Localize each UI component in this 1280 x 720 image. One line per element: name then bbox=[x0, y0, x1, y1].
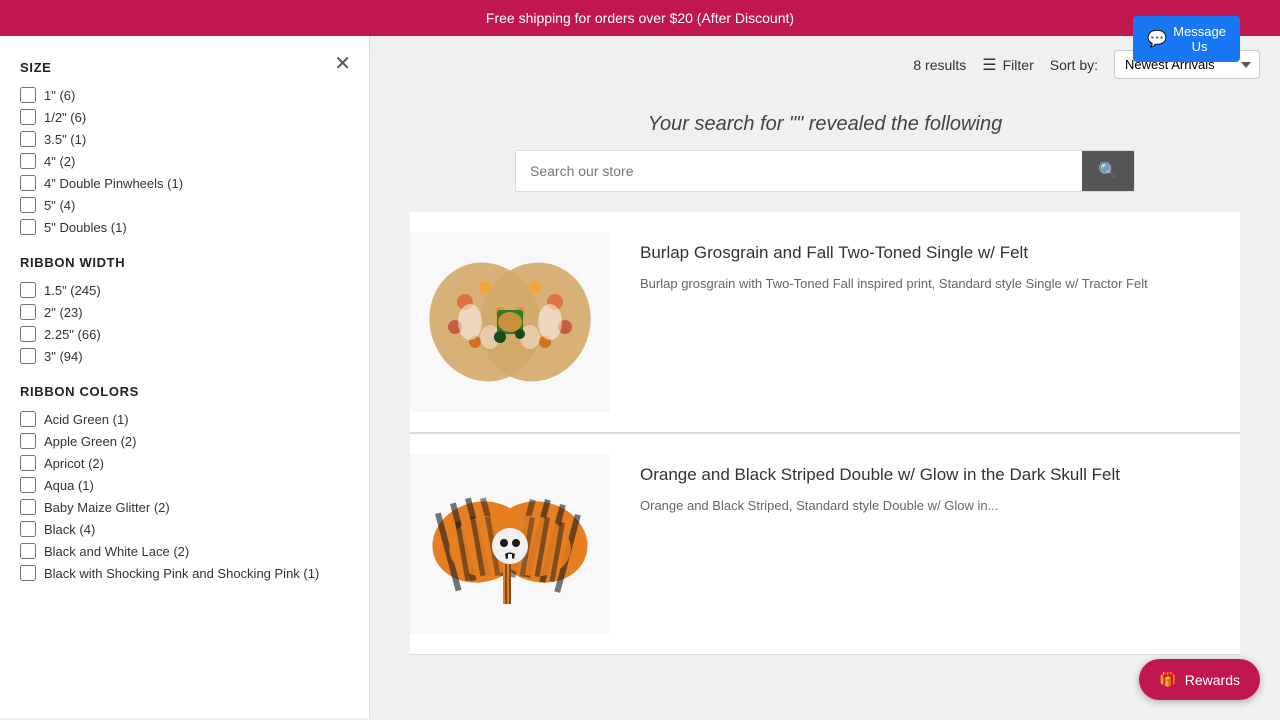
ribbon-color-label: Baby Maize Glitter (2) bbox=[44, 500, 170, 515]
product-image bbox=[425, 464, 595, 624]
ribbon-width-checkbox[interactable] bbox=[20, 348, 36, 364]
size-checkbox[interactable] bbox=[20, 153, 36, 169]
size-filter-item[interactable]: 1/2" (6) bbox=[20, 109, 349, 125]
ribbon-width-checkbox[interactable] bbox=[20, 304, 36, 320]
size-filter-item[interactable]: 5" Doubles (1) bbox=[20, 219, 349, 235]
ribbon-color-label: Black (4) bbox=[44, 522, 95, 537]
ribbon-color-label: Aqua (1) bbox=[44, 478, 94, 493]
size-label: 5" (4) bbox=[44, 198, 75, 213]
size-filter-item[interactable]: 4" Double Pinwheels (1) bbox=[20, 175, 349, 191]
size-checkbox[interactable] bbox=[20, 131, 36, 147]
ribbon-colors-filter-title: RIBBON COLORS bbox=[20, 384, 349, 399]
ribbon-color-label: Acid Green (1) bbox=[44, 412, 129, 427]
messenger-icon: 💬 bbox=[1147, 29, 1167, 49]
size-checkbox[interactable] bbox=[20, 197, 36, 213]
search-bar: 🔍 bbox=[515, 150, 1135, 192]
product-image-container bbox=[410, 454, 610, 634]
ribbon-width-label: 1.5" (245) bbox=[44, 283, 101, 298]
ribbon-width-label: 2.25" (66) bbox=[44, 327, 101, 342]
ribbon-color-filter-item[interactable]: Apricot (2) bbox=[20, 455, 349, 471]
main-content: 8 results ☰ Filter Sort by: Newest Arriv… bbox=[370, 36, 1280, 718]
message-us-label: Message Us bbox=[1173, 24, 1226, 54]
search-title: Your search for "" revealed the followin… bbox=[410, 113, 1240, 136]
ribbon-color-filter-item[interactable]: Black with Shocking Pink and Shocking Pi… bbox=[20, 565, 349, 581]
ribbon-width-filter-title: RIBBON WIDTH bbox=[20, 255, 349, 270]
filter-sidebar: ✕ SIZE 1" (6) 1/2" (6) 3.5" (1) 4" (2) 4" Do… bbox=[0, 36, 370, 718]
ribbon-color-label: Black and White Lace (2) bbox=[44, 544, 189, 559]
rewards-icon: 🎁 bbox=[1159, 671, 1176, 688]
search-input[interactable] bbox=[516, 151, 1082, 191]
ribbon-width-label: 3" (94) bbox=[44, 349, 83, 364]
ribbon-color-checkbox[interactable] bbox=[20, 411, 36, 427]
ribbon-color-filter-item[interactable]: Baby Maize Glitter (2) bbox=[20, 499, 349, 515]
product-title: Orange and Black Striped Double w/ Glow … bbox=[640, 464, 1240, 486]
ribbon-color-filter-item[interactable]: Acid Green (1) bbox=[20, 411, 349, 427]
size-filter-item[interactable]: 5" (4) bbox=[20, 197, 349, 213]
filter-button[interactable]: ☰ Filter bbox=[982, 55, 1033, 75]
search-button[interactable]: 🔍 bbox=[1082, 151, 1134, 191]
sort-label: Sort by: bbox=[1050, 57, 1098, 73]
message-us-button[interactable]: 💬 Message Us bbox=[1133, 16, 1240, 62]
ribbon-color-label: Black with Shocking Pink and Shocking Pi… bbox=[44, 566, 319, 581]
size-label: 4" (2) bbox=[44, 154, 75, 169]
ribbon-color-checkbox[interactable] bbox=[20, 499, 36, 515]
product-image bbox=[425, 242, 595, 402]
ribbon-color-filter-item[interactable]: Black and White Lace (2) bbox=[20, 543, 349, 559]
ribbon-width-checkbox[interactable] bbox=[20, 326, 36, 342]
size-filter-item[interactable]: 3.5" (1) bbox=[20, 131, 349, 147]
size-checkbox[interactable] bbox=[20, 87, 36, 103]
size-filter-item[interactable]: 1" (6) bbox=[20, 87, 349, 103]
ribbon-color-checkbox[interactable] bbox=[20, 455, 36, 471]
size-checkbox[interactable] bbox=[20, 109, 36, 125]
size-label: 5" Doubles (1) bbox=[44, 220, 127, 235]
ribbon-color-label: Apple Green (2) bbox=[44, 434, 137, 449]
size-label: 3.5" (1) bbox=[44, 132, 86, 147]
size-label: 4" Double Pinwheels (1) bbox=[44, 176, 183, 191]
search-section: Your search for "" revealed the followin… bbox=[370, 93, 1280, 202]
ribbon-width-filter-item[interactable]: 2.25" (66) bbox=[20, 326, 349, 342]
product-info: Orange and Black Striped Double w/ Glow … bbox=[640, 454, 1240, 516]
ribbon-width-filter-item[interactable]: 3" (94) bbox=[20, 348, 349, 364]
ribbon-width-filter-group: RIBBON WIDTH 1.5" (245) 2" (23) 2.25" (66)… bbox=[20, 255, 349, 364]
ribbon-width-filter-item[interactable]: 1.5" (245) bbox=[20, 282, 349, 298]
product-item: Orange and Black Striped Double w/ Glow … bbox=[410, 434, 1240, 655]
size-filter-item[interactable]: 4" (2) bbox=[20, 153, 349, 169]
product-image-container bbox=[410, 232, 610, 412]
size-checkbox[interactable] bbox=[20, 175, 36, 191]
ribbon-color-checkbox[interactable] bbox=[20, 433, 36, 449]
ribbon-color-filter-item[interactable]: Aqua (1) bbox=[20, 477, 349, 493]
ribbon-colors-filter-group: RIBBON COLORS Acid Green (1) Apple Green … bbox=[20, 384, 349, 581]
rewards-button[interactable]: 🎁 Rewards bbox=[1139, 659, 1260, 700]
product-item: Burlap Grosgrain and Fall Two-Toned Sing… bbox=[410, 212, 1240, 433]
product-title: Burlap Grosgrain and Fall Two-Toned Sing… bbox=[640, 242, 1240, 264]
ribbon-color-checkbox[interactable] bbox=[20, 521, 36, 537]
filter-icon: ☰ bbox=[982, 55, 996, 75]
filter-label: Filter bbox=[1003, 57, 1034, 73]
product-info: Burlap Grosgrain and Fall Two-Toned Sing… bbox=[640, 232, 1240, 294]
ribbon-color-checkbox[interactable] bbox=[20, 477, 36, 493]
ribbon-color-checkbox[interactable] bbox=[20, 543, 36, 559]
rewards-label: Rewards bbox=[1185, 672, 1240, 688]
size-filter-title: SIZE bbox=[20, 60, 349, 75]
ribbon-width-checkbox[interactable] bbox=[20, 282, 36, 298]
ribbon-color-checkbox[interactable] bbox=[20, 565, 36, 581]
size-label: 1/2" (6) bbox=[44, 110, 86, 125]
close-sidebar-button[interactable]: ✕ bbox=[334, 54, 351, 74]
size-filter-group: SIZE 1" (6) 1/2" (6) 3.5" (1) 4" (2) 4" Doub… bbox=[20, 60, 349, 235]
ribbon-width-label: 2" (23) bbox=[44, 305, 83, 320]
product-description: Burlap grosgrain with Two-Toned Fall ins… bbox=[640, 274, 1240, 294]
results-count: 8 results bbox=[913, 57, 966, 73]
product-description: Orange and Black Striped, Standard style… bbox=[640, 496, 1240, 516]
banner-text: Free shipping for orders over $20 (After… bbox=[486, 10, 794, 26]
size-label: 1" (6) bbox=[44, 88, 75, 103]
size-checkbox[interactable] bbox=[20, 219, 36, 235]
ribbon-color-filter-item[interactable]: Black (4) bbox=[20, 521, 349, 537]
ribbon-width-filter-item[interactable]: 2" (23) bbox=[20, 304, 349, 320]
ribbon-color-filter-item[interactable]: Apple Green (2) bbox=[20, 433, 349, 449]
shipping-banner: Free shipping for orders over $20 (After… bbox=[0, 0, 1280, 36]
ribbon-color-label: Apricot (2) bbox=[44, 456, 104, 471]
product-list: Burlap Grosgrain and Fall Two-Toned Sing… bbox=[370, 202, 1280, 665]
